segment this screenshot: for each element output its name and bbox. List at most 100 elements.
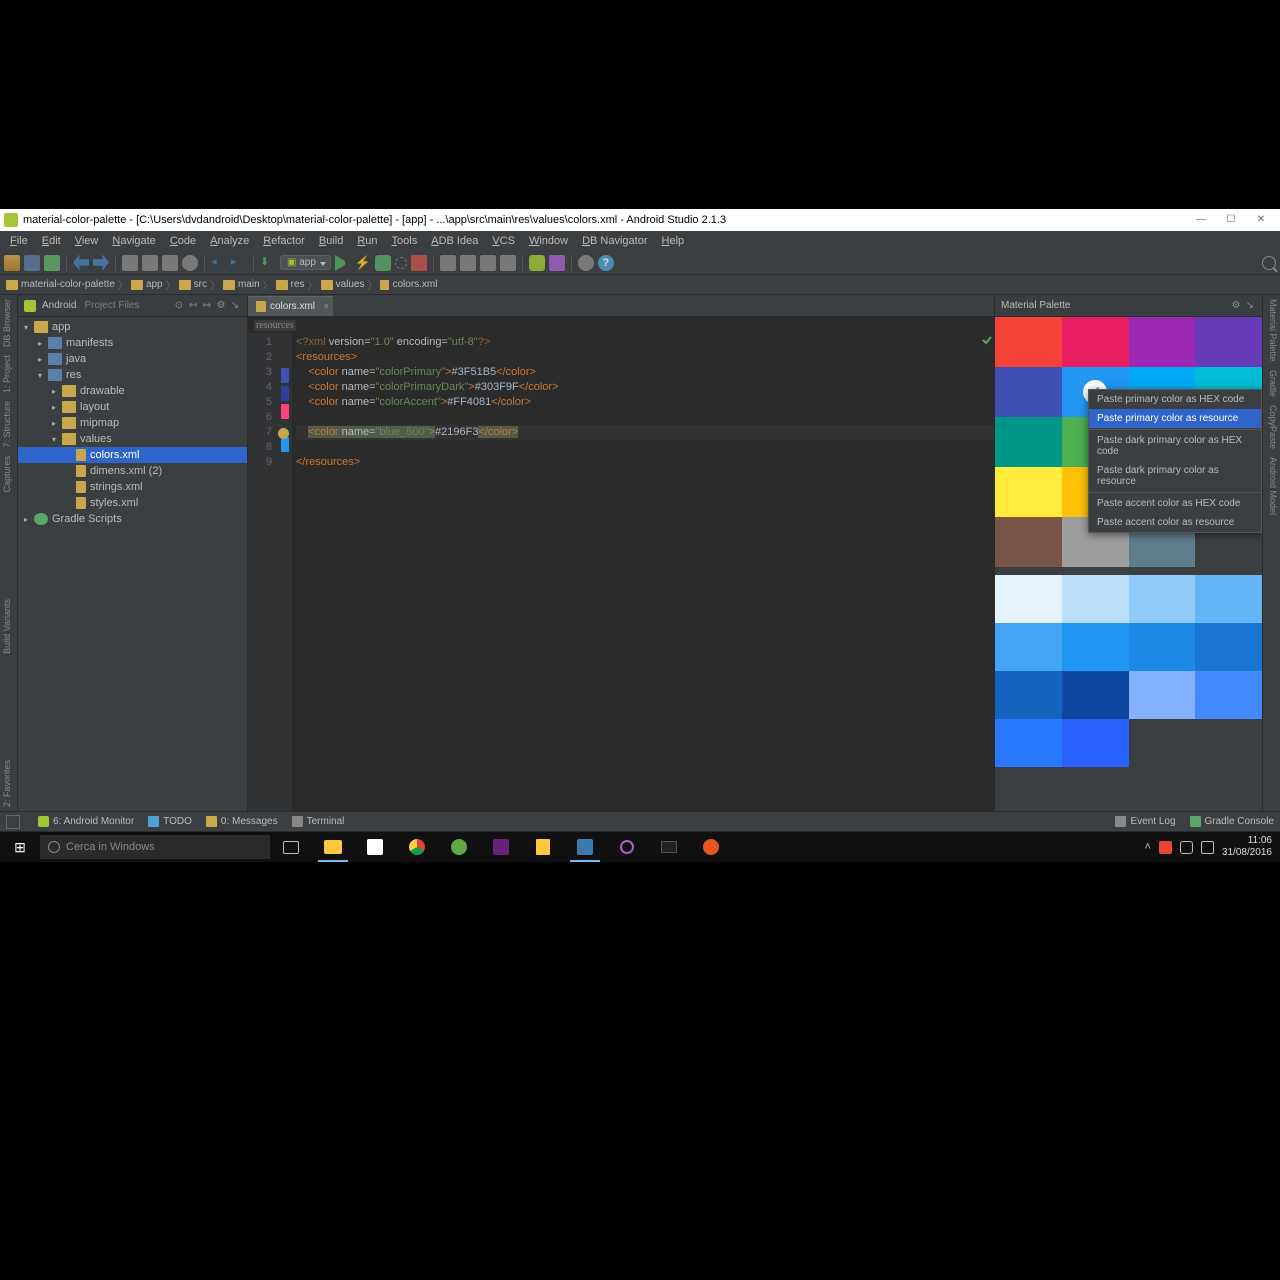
panel-settings-icon[interactable]: ⚙ bbox=[1230, 300, 1242, 311]
menu-db-navigator[interactable]: DB Navigator bbox=[576, 233, 653, 249]
instant-run-icon[interactable]: ⚡ bbox=[355, 255, 371, 271]
color-gutter-icon[interactable] bbox=[281, 368, 289, 383]
bottom-tool-gradle-console[interactable]: Gradle Console bbox=[1190, 816, 1274, 827]
left-tool-7-structure[interactable]: 7: Structure bbox=[2, 401, 15, 448]
start-button[interactable]: ⊞ bbox=[0, 839, 40, 856]
stop-icon[interactable] bbox=[411, 255, 427, 271]
shade-swatch[interactable] bbox=[995, 671, 1062, 719]
palette-swatch[interactable] bbox=[995, 317, 1062, 367]
editor-line[interactable]: <color name="blue_500">#2196F3</color> bbox=[296, 425, 994, 440]
find-icon[interactable] bbox=[182, 255, 198, 271]
panel-settings-icon[interactable]: ⚙ bbox=[215, 300, 227, 311]
tree-item[interactable]: colors.xml bbox=[18, 447, 247, 463]
shade-swatch[interactable] bbox=[1129, 623, 1196, 671]
left-tool-build-variants[interactable]: Build Variants bbox=[2, 599, 15, 654]
tree-arrow-icon[interactable]: ▸ bbox=[38, 355, 48, 364]
shade-swatch[interactable] bbox=[1195, 671, 1262, 719]
context-menu-item[interactable]: Paste primary color as resource bbox=[1089, 409, 1261, 428]
bottom-tool-event-log[interactable]: Event Log bbox=[1115, 816, 1175, 827]
avd-icon[interactable] bbox=[440, 255, 456, 271]
palette-swatch[interactable] bbox=[995, 467, 1062, 517]
scroll-to-icon[interactable]: ↦ bbox=[201, 300, 213, 311]
debug-icon[interactable] bbox=[375, 255, 391, 271]
back-icon[interactable]: ◂ bbox=[211, 255, 227, 271]
right-tool-gradle[interactable]: Gradle bbox=[1265, 370, 1278, 397]
project-structure-icon[interactable] bbox=[500, 255, 516, 271]
tree-item[interactable]: ▾values bbox=[18, 431, 247, 447]
color-gutter-icon[interactable] bbox=[281, 437, 289, 452]
editor-line[interactable] bbox=[296, 410, 994, 425]
tree-item[interactable]: ▸layout bbox=[18, 399, 247, 415]
context-menu-item[interactable]: Paste dark primary color as resource bbox=[1089, 461, 1261, 491]
palette-swatch[interactable] bbox=[1062, 317, 1129, 367]
palette-swatch[interactable] bbox=[1129, 317, 1196, 367]
forward-icon[interactable]: ▸ bbox=[231, 255, 247, 271]
taskbar-store[interactable] bbox=[354, 832, 396, 862]
paste-icon[interactable] bbox=[162, 255, 178, 271]
adb-icon[interactable] bbox=[549, 255, 565, 271]
window-minimize-button[interactable]: — bbox=[1186, 211, 1216, 229]
shade-swatch[interactable] bbox=[1195, 575, 1262, 623]
run-icon[interactable] bbox=[335, 255, 351, 271]
right-tool-copypaste[interactable]: CopyPaste bbox=[1265, 405, 1278, 449]
menu-refactor[interactable]: Refactor bbox=[257, 233, 311, 249]
tree-item[interactable]: strings.xml bbox=[18, 479, 247, 495]
hide-panel-icon[interactable]: ↘ bbox=[1244, 300, 1256, 311]
menu-file[interactable]: File bbox=[4, 233, 34, 249]
tree-arrow-icon[interactable]: ▸ bbox=[52, 387, 62, 396]
context-menu-item[interactable]: Paste accent color as HEX code bbox=[1089, 494, 1261, 513]
taskbar-notes[interactable] bbox=[522, 832, 564, 862]
shade-swatch[interactable] bbox=[995, 623, 1062, 671]
editor-line[interactable]: <?xml version="1.0" encoding="utf-8"?> bbox=[296, 335, 994, 350]
right-tool-android-model[interactable]: Android Model bbox=[1265, 457, 1278, 515]
palette-swatch[interactable] bbox=[995, 517, 1062, 567]
window-maximize-button[interactable]: ☐ bbox=[1216, 211, 1246, 229]
menu-vcs[interactable]: VCS bbox=[486, 233, 521, 249]
editor-line[interactable]: <resources> bbox=[296, 350, 994, 365]
menu-build[interactable]: Build bbox=[313, 233, 349, 249]
breadcrumb-segment[interactable]: colors.xml bbox=[392, 279, 437, 290]
menu-navigate[interactable]: Navigate bbox=[106, 233, 161, 249]
tree-item[interactable]: ▾app bbox=[18, 319, 247, 335]
tree-item[interactable]: dimens.xml (2) bbox=[18, 463, 247, 479]
shade-swatch[interactable] bbox=[1062, 671, 1129, 719]
open-icon[interactable] bbox=[4, 255, 20, 271]
tree-item[interactable]: ▸java bbox=[18, 351, 247, 367]
editor-body[interactable]: 123456789 <?xml version="1.0" encoding="… bbox=[248, 333, 994, 811]
menu-run[interactable]: Run bbox=[351, 233, 383, 249]
context-menu-item[interactable]: Paste dark primary color as HEX code bbox=[1089, 431, 1261, 461]
help-icon[interactable]: ? bbox=[598, 255, 614, 271]
menu-analyze[interactable]: Analyze bbox=[204, 233, 255, 249]
breadcrumb-segment[interactable]: main bbox=[238, 279, 260, 290]
palette-swatch[interactable] bbox=[995, 417, 1062, 467]
left-tool-captures[interactable]: Captures bbox=[2, 456, 15, 493]
taskbar-android-studio[interactable] bbox=[564, 832, 606, 862]
taskbar-terminal[interactable] bbox=[648, 832, 690, 862]
tree-arrow-icon[interactable]: ▸ bbox=[52, 403, 62, 412]
shade-swatch[interactable] bbox=[1062, 575, 1129, 623]
tree-item[interactable]: ▸mipmap bbox=[18, 415, 247, 431]
make-icon[interactable]: ⬇ bbox=[260, 255, 276, 271]
shade-swatch[interactable] bbox=[1062, 719, 1129, 767]
shade-swatch[interactable] bbox=[1129, 671, 1196, 719]
menu-window[interactable]: Window bbox=[523, 233, 574, 249]
taskbar-explorer[interactable] bbox=[312, 832, 354, 862]
breadcrumb-segment[interactable]: app bbox=[146, 279, 163, 290]
project-view-files-tab[interactable]: Project Files bbox=[84, 300, 139, 311]
menu-adb-idea[interactable]: ADB Idea bbox=[425, 233, 484, 249]
tree-arrow-icon[interactable]: ▸ bbox=[24, 515, 34, 524]
taskbar-search[interactable]: Cerca in Windows bbox=[40, 835, 270, 859]
task-view-button[interactable] bbox=[270, 832, 312, 862]
palette-swatch[interactable] bbox=[1195, 317, 1262, 367]
tray-chevron-icon[interactable]: ˄ bbox=[1145, 841, 1151, 853]
search-everywhere-icon[interactable] bbox=[1262, 256, 1276, 270]
scroll-from-icon[interactable]: ↤ bbox=[187, 300, 199, 311]
editor-line[interactable] bbox=[296, 440, 994, 455]
editor-crumb[interactable]: resources bbox=[254, 320, 296, 331]
sdk-icon[interactable] bbox=[460, 255, 476, 271]
tree-item[interactable]: ▾res bbox=[18, 367, 247, 383]
tree-arrow-icon[interactable]: ▾ bbox=[38, 371, 48, 380]
tree-arrow-icon[interactable]: ▾ bbox=[24, 323, 34, 332]
color-gutter-icon[interactable] bbox=[281, 386, 289, 401]
editor-line[interactable]: <color name="colorAccent">#FF4081</color… bbox=[296, 395, 994, 410]
